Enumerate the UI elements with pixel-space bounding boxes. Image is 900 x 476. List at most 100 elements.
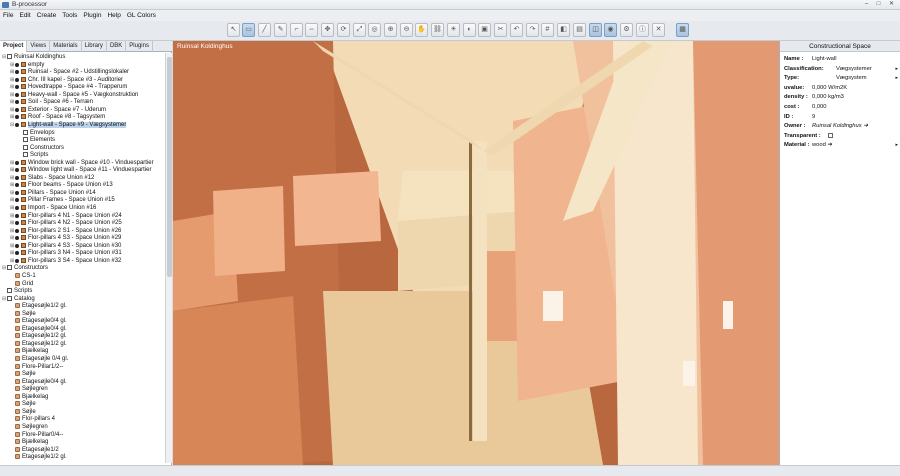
panel-tabs: Project Views Materials Library DBK Plug… (0, 41, 172, 52)
tree-node-label: Søjlegren (22, 386, 48, 393)
visibility-eye-icon[interactable] (15, 183, 19, 188)
menu-help[interactable]: Help (107, 12, 120, 19)
visibility-eye-icon[interactable] (15, 258, 19, 263)
visibility-eye-icon[interactable] (15, 115, 19, 120)
zoom-in-tool-button[interactable]: ⊕ (384, 23, 397, 37)
view-tool-button[interactable]: ◫ (589, 23, 602, 37)
property-value[interactable]: wood ➔ (812, 141, 832, 150)
camera-tool-button[interactable]: ◎ (368, 23, 381, 37)
cut-tool-button[interactable]: ✂ (494, 23, 507, 37)
scrollbar-thumb[interactable] (167, 57, 172, 277)
visibility-eye-icon[interactable] (15, 198, 19, 203)
brush-tool-button[interactable]: ⌐ (290, 23, 303, 37)
menu-create[interactable]: Create (37, 12, 57, 19)
redo-tool-button[interactable]: ↷ (526, 23, 539, 37)
tab-plugins[interactable]: Plugins (126, 41, 153, 52)
tree-node[interactable]: Etagesøjle1/2 gl. (10, 453, 67, 461)
menu-tools[interactable]: Tools (62, 12, 77, 19)
toggle-tool-button[interactable]: ◧ (557, 23, 570, 37)
elem-icon (15, 386, 20, 392)
tab-views[interactable]: Views (27, 41, 51, 52)
maximize-button[interactable]: □ (874, 1, 883, 8)
visibility-eye-icon[interactable] (15, 251, 19, 256)
rotate-tool-button[interactable]: ⟳ (337, 23, 350, 37)
tree-scrollbar[interactable] (165, 53, 172, 463)
close-button[interactable]: ✕ (887, 1, 896, 8)
tree-node-label: Pillars - Space Union #14 (28, 189, 96, 196)
visibility-eye-icon[interactable] (15, 85, 19, 90)
tab-materials[interactable]: Materials (50, 41, 82, 52)
visibility-eye-icon[interactable] (15, 243, 19, 248)
visibility-eye-icon[interactable] (15, 77, 19, 82)
visibility-eye-icon[interactable] (15, 168, 19, 173)
visibility-eye-icon[interactable] (15, 190, 19, 195)
property-row: density : 0,000 kg/m3 (784, 93, 898, 102)
menu-edit[interactable]: Edit (19, 12, 30, 19)
visibility-eye-icon[interactable] (15, 160, 19, 165)
tab-project[interactable]: Project (0, 41, 28, 52)
tree-node-label: empty (28, 61, 45, 68)
eye-tool-button[interactable]: ◉ (604, 23, 617, 37)
property-value: Vægsystem (836, 75, 867, 82)
elem-icon (15, 280, 20, 286)
expand-arrow-icon[interactable]: ▸ (895, 74, 898, 83)
property-value[interactable]: Ruinsal Koldinghus ➔ (812, 122, 868, 131)
undo-tool-button[interactable]: ↶ (510, 23, 523, 37)
visibility-eye-icon[interactable] (15, 70, 19, 75)
select-tool-button[interactable]: ↖ (227, 23, 240, 37)
layers-tool-button[interactable]: ▤ (573, 23, 586, 37)
property-row: ID : 9 (784, 113, 898, 122)
3d-viewport[interactable]: Ruinsal Koldinghus (173, 41, 779, 465)
pencil-tool-button[interactable]: ✎ (274, 23, 287, 37)
visibility-eye-icon[interactable] (15, 206, 19, 210)
scale-tool-button[interactable]: ⤢ (353, 23, 366, 37)
pan-tool-button[interactable]: ✋ (415, 23, 428, 37)
zoom-out-tool-button[interactable]: ⊖ (400, 23, 413, 37)
tree-node-label: Import - Space Union #16 (28, 205, 97, 211)
menu-file[interactable]: File (3, 12, 13, 19)
visibility-eye-icon[interactable] (15, 228, 19, 233)
visibility-eye-icon[interactable] (15, 107, 19, 112)
elem-icon (15, 371, 20, 377)
tree-node-label: Etagesøjle1/2 (22, 446, 59, 453)
info-tool-button[interactable]: ⓘ (636, 23, 649, 37)
visibility-eye-icon[interactable] (15, 213, 19, 218)
property-key: Type: (784, 75, 800, 82)
tree-node-label: Pillar Frames - Space Union #15 (28, 197, 115, 204)
tab-dbk[interactable]: DBK (107, 41, 127, 52)
visibility-eye-icon[interactable] (15, 92, 19, 97)
move-tool-button[interactable]: ✥ (321, 23, 334, 37)
visibility-eye-icon[interactable] (15, 100, 19, 105)
tree-node-label: Søjle (22, 408, 36, 415)
grid-tool-button[interactable]: # (541, 23, 554, 37)
minimize-button[interactable]: – (862, 1, 871, 8)
render-tool-button[interactable]: ▣ (478, 23, 491, 37)
visibility-eye-icon[interactable] (15, 236, 19, 241)
expand-arrow-icon[interactable]: ▸ (895, 141, 898, 150)
property-key: Classification: (784, 65, 824, 72)
tab-library[interactable]: Library (82, 41, 107, 52)
window-title: B-processor (12, 1, 48, 8)
select-box-tool-button[interactable]: ▭ (242, 23, 255, 37)
cube-tool-button[interactable]: ▦ (676, 23, 689, 37)
visibility-eye-icon[interactable] (15, 122, 19, 127)
cube-icon (21, 242, 26, 248)
measure-tool-button[interactable]: ⇔ (305, 23, 318, 37)
expand-arrow-icon[interactable]: ▸ (895, 65, 898, 74)
link-tool-button[interactable]: ⛓ (431, 23, 444, 37)
menu-gl-colors[interactable]: GL Colors (127, 12, 156, 19)
tree-node-label: Etagesøjle0/4 gl. (22, 318, 67, 325)
light-tool-button[interactable]: ☀ (447, 23, 460, 37)
visibility-eye-icon[interactable] (15, 62, 19, 67)
property-row: Owner : Ruinsal Koldinghus ➔ (784, 122, 898, 131)
visibility-eye-icon[interactable] (15, 175, 19, 180)
close-tool-button[interactable]: ✕ (652, 23, 665, 37)
settings-tool-button[interactable]: ⚙ (620, 23, 633, 37)
transparent-checkbox[interactable] (828, 132, 833, 138)
menu-plugin[interactable]: Plugin (83, 12, 101, 19)
property-row: cost : 0,000 (784, 103, 898, 112)
orbit-tool-button[interactable]: ◐ (463, 23, 476, 37)
visibility-eye-icon[interactable] (15, 221, 19, 226)
line-tool-button[interactable]: ╱ (258, 23, 271, 37)
elem-icon (15, 333, 20, 339)
